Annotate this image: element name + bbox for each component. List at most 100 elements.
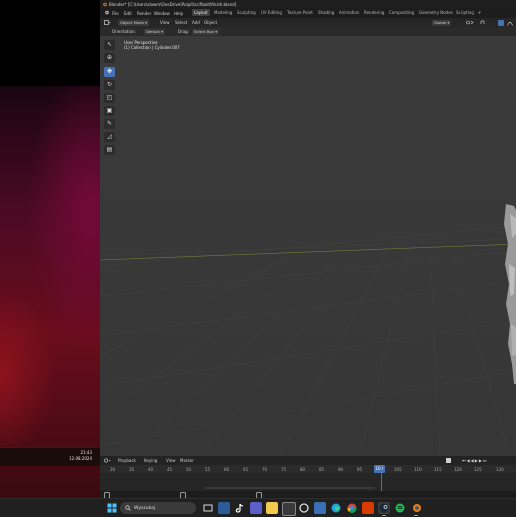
header-add-menu[interactable]: Add [192,20,200,25]
tab-rendering[interactable]: Rendering [362,9,386,16]
timeline-scrollbar[interactable] [205,487,375,489]
rotate-tool-icon[interactable]: ↻ [104,80,115,90]
widgets-icon[interactable] [218,502,230,514]
chatgpt-icon[interactable] [298,502,310,514]
timeline-tick: 85 [319,466,325,472]
tab-sculpting[interactable]: Sculpting [235,9,258,16]
desktop-wallpaper [0,86,100,498]
move-tool-icon[interactable]: ✥ [104,67,115,77]
timeline-playback-menu[interactable]: Playback [118,458,136,463]
current-frame-indicator[interactable]: 100 [374,465,385,473]
blender-logo-icon [102,2,107,7]
tab-shading[interactable]: Shading [316,9,336,16]
falloff-icon[interactable] [507,20,513,26]
transform-tool-icon[interactable]: ▣ [104,106,115,116]
proportional-edit-icon[interactable] [498,19,504,26]
tab-animation[interactable]: Animation [337,9,361,16]
clock-time[interactable]: 21:43 [80,450,92,455]
timeline-marker-menu[interactable]: Marker [180,458,194,463]
drag-value: Select Box [194,28,214,34]
teams-icon[interactable] [250,502,262,514]
timeline-tick: 125 [474,466,482,472]
transform-orientation-dropdown[interactable]: Global ▾ [432,19,452,26]
tab-geometry-nodes[interactable]: Geometry Nodes [417,9,455,16]
scale-tool-icon[interactable]: ◰ [104,93,115,103]
3d-viewport[interactable]: User Perspective (1) Collection | Cylind… [100,36,516,456]
windows-start-icon[interactable] [106,502,118,514]
menu-file[interactable]: File [112,11,119,16]
tab-compositing[interactable]: Compositing [387,9,416,16]
playback-controls-icon[interactable]: ⏮◀◀▶▶⏭ [462,458,488,463]
timeline-body[interactable] [100,465,516,491]
timeline-tick: 65 [243,466,249,472]
cylinder-object[interactable] [500,204,516,384]
menu-edit[interactable]: Edit [124,11,132,16]
pivot-icon[interactable] [466,20,474,25]
chrome-icon[interactable] [346,502,358,514]
desktop-notification-strip: 21:43 12.08.2024 [0,447,100,466]
drag-dropdown[interactable]: Select Box ▾ [192,28,220,35]
edge-icon[interactable] [330,502,342,514]
tab-modeling[interactable]: Modeling [212,9,234,16]
record-icon[interactable] [446,458,451,463]
menu-window[interactable]: Window [154,11,170,16]
header-view-menu[interactable]: View [160,20,170,25]
clock-date[interactable]: 12.08.2024 [69,456,92,461]
editor-type-icon[interactable] [104,20,111,25]
annotate-tool-icon[interactable]: ✎ [104,119,115,129]
add-workspace-icon[interactable]: + [476,9,483,16]
timeline-tick: 115 [434,466,442,472]
measure-tool-icon[interactable]: ◿ [104,132,115,142]
timeline-tick: 55 [205,466,211,472]
timeline-tick: 105 [394,466,402,472]
taskbar-search-box[interactable]: Wyszukaj [120,502,196,514]
timeline-tick: 80 [300,466,306,472]
menu-help[interactable]: Help [174,11,183,16]
drag-label: Drag: [178,29,190,34]
tiktok-icon[interactable] [234,502,246,514]
timeline-header: Playback Keying View Marker ⏮◀◀▶▶⏭ [100,456,516,465]
office-icon[interactable] [362,502,374,514]
timeline-view-menu[interactable]: View [166,458,176,463]
snap-icon[interactable] [480,20,485,25]
header-object-menu[interactable]: Object [204,20,217,25]
search-placeholder: Wyszukaj [134,505,156,511]
select-cursor-icon[interactable]: ↖ [104,40,115,50]
header-select-menu[interactable]: Select [175,20,187,25]
timeline-tick: 130 [496,466,504,472]
tab-scripting[interactable]: Scripting [454,9,476,16]
mode-dropdown[interactable]: Object Mode ▾ [118,19,150,26]
windows-taskbar: Wyszukaj [0,498,516,517]
add-cube-tool-icon[interactable]: ▤ [104,145,115,155]
file-explorer-icon[interactable] [266,502,278,514]
viewport-header: Object Mode ▾ View Select Add Object Glo… [100,18,516,27]
timeline-tick: 50 [186,466,192,472]
timeline-tick: 70 [262,466,268,472]
timeline-keying-menu[interactable]: Keying [144,458,157,463]
timeline-tick: 110 [414,466,422,472]
menu-render[interactable]: Render [137,11,151,16]
notes-icon[interactable] [314,502,326,514]
timeline-editor-icon[interactable] [104,458,111,463]
timeline-tick: 35 [129,466,135,472]
task-view-icon[interactable] [202,502,214,514]
blender-menu-icon[interactable] [104,10,109,15]
playhead-line [381,465,382,491]
spotify-icon[interactable] [394,502,406,514]
cursor-tool-icon[interactable]: ⊕ [104,53,115,63]
orientation-label: Orientation: [112,29,136,34]
mode-label: Object Mode [120,19,144,25]
tab-uv-editing[interactable]: UV Editing [259,9,284,16]
menu-bar: File Edit Render Window Help Layout Mode… [100,8,516,18]
timeline-tick: 45 [167,466,173,472]
timeline-tick: 90 [338,466,344,472]
steam-icon[interactable] [378,502,390,516]
store-icon[interactable] [282,502,296,516]
timeline-ruler[interactable]: 30 35 40 45 50 55 60 65 70 75 80 85 90 9… [100,465,516,473]
tab-texture-paint[interactable]: Texture Paint [285,9,315,16]
tab-layout[interactable]: Layout [192,9,210,16]
blender-taskbar-icon[interactable] [410,502,422,516]
search-icon [125,505,131,511]
orientation-dropdown[interactable]: Default ▾ [144,28,165,35]
timeline-tick: 95 [357,466,363,472]
